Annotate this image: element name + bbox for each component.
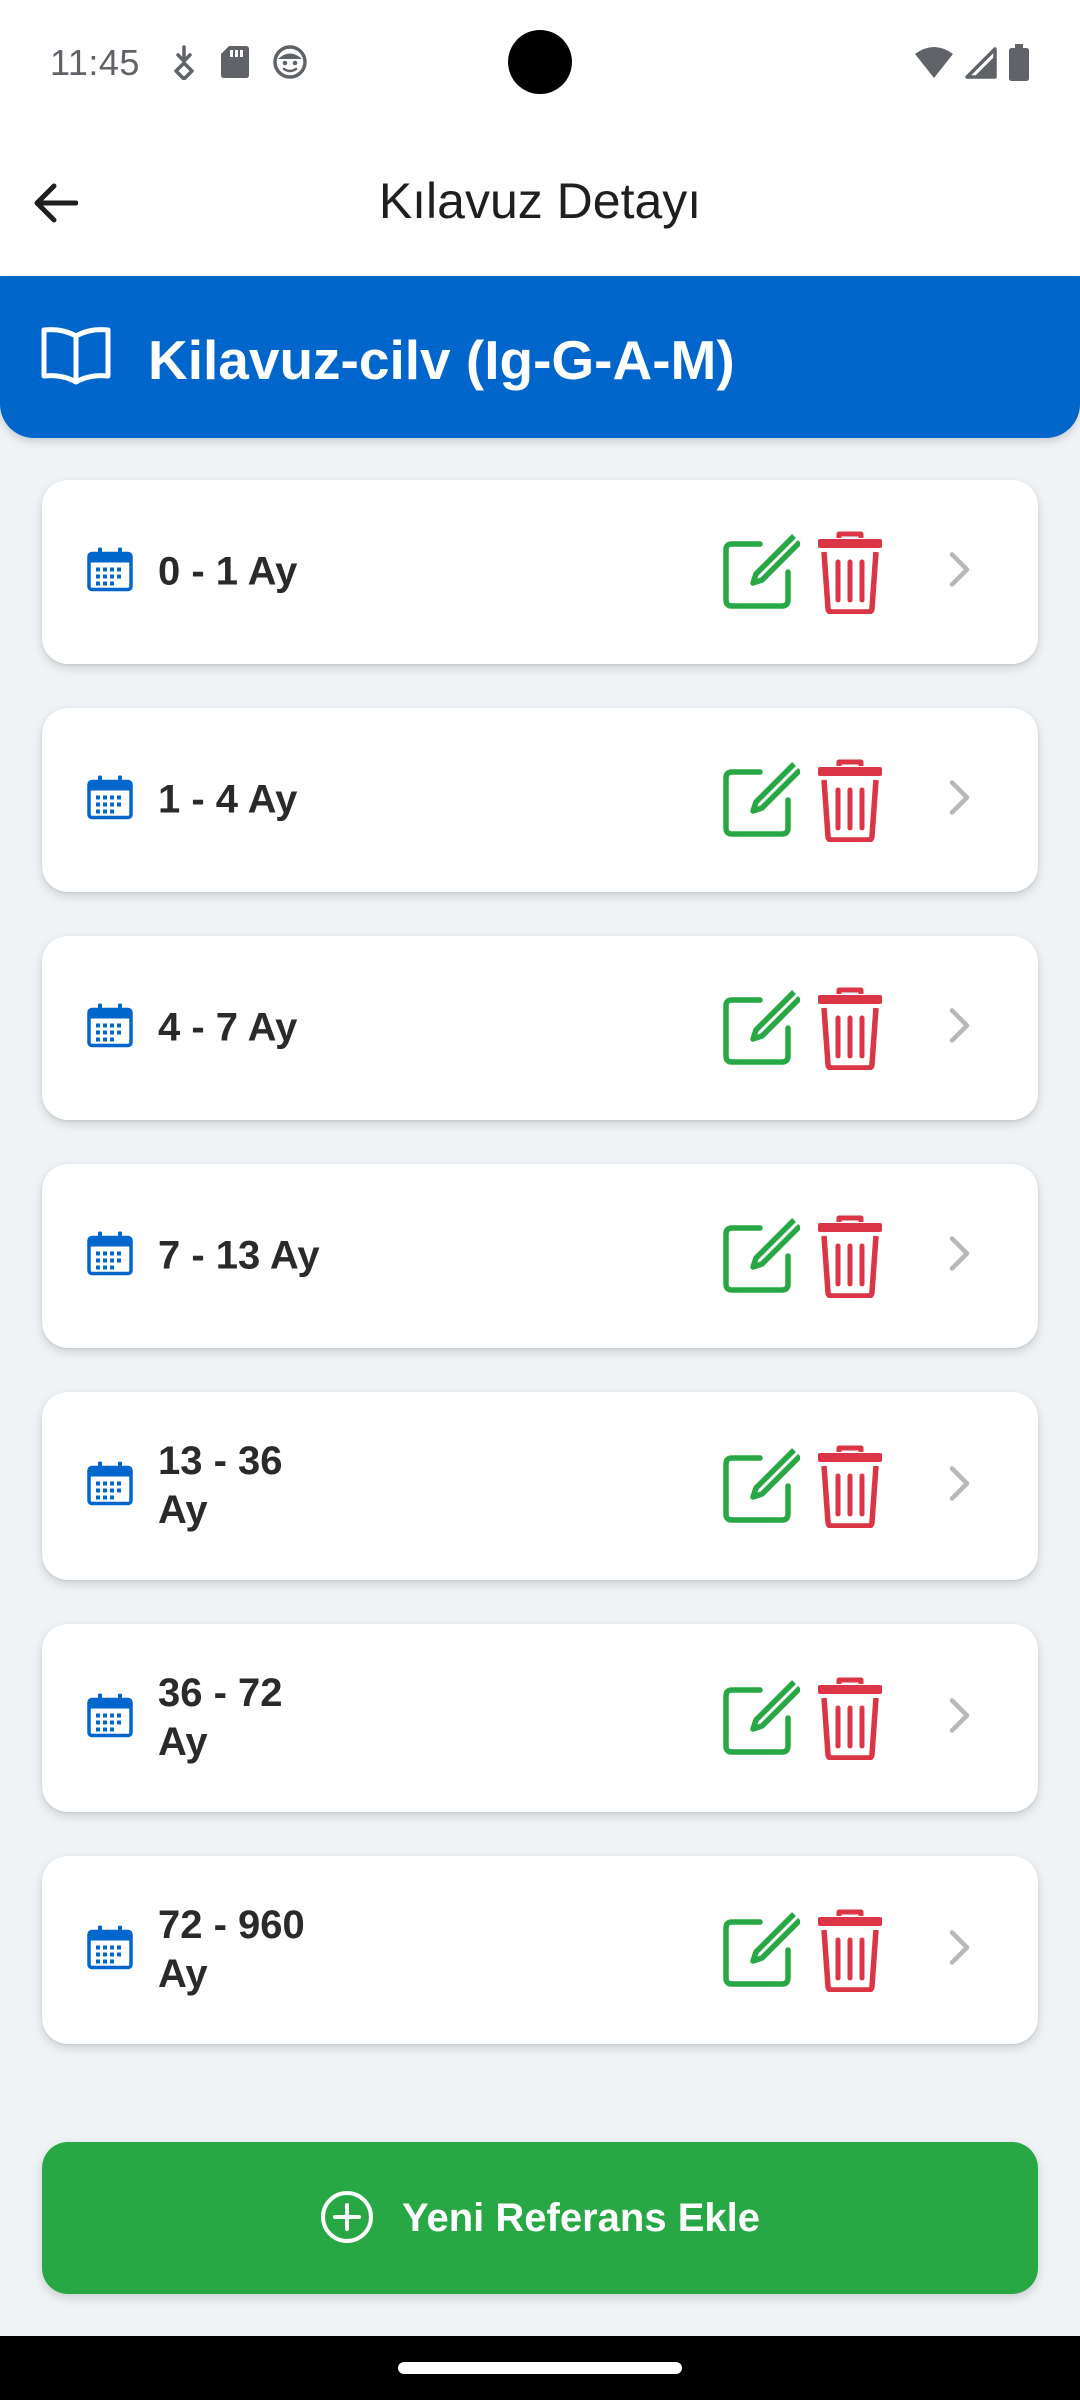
calendar-icon (86, 1925, 134, 1976)
delete-button[interactable] (812, 1905, 888, 1995)
reference-label: 7 - 13 Ay (158, 1233, 320, 1278)
app-bar: Kılavuz Detayı (0, 128, 1080, 276)
reference-label: 4 - 7 Ay (158, 1005, 298, 1050)
trash-icon (818, 531, 882, 614)
status-notification-icons (170, 44, 308, 80)
edit-button[interactable] (718, 1214, 802, 1298)
delete-button[interactable] (812, 1441, 888, 1531)
delete-button[interactable] (812, 1211, 888, 1301)
status-bar: 11:45 (0, 0, 1080, 128)
sd-card-icon (220, 45, 250, 79)
delete-button[interactable] (812, 755, 888, 845)
trash-icon (818, 1445, 882, 1528)
reference-card[interactable]: 4 - 7 Ay (42, 936, 1038, 1120)
reference-label: 1 - 4 Ay (158, 777, 298, 822)
edit-icon (723, 1912, 800, 1987)
edit-button[interactable] (718, 1908, 802, 1992)
reference-label: 13 - 36 Ay (158, 1439, 283, 1532)
home-gesture-handle[interactable] (398, 2362, 682, 2374)
add-reference-label: Yeni Referans Ekle (402, 2195, 760, 2240)
edit-button[interactable] (718, 758, 802, 842)
reference-card[interactable]: 72 - 960 Ay (42, 1856, 1038, 2044)
chevron-right-icon (948, 1007, 972, 1050)
chevron-right-icon (948, 779, 972, 822)
add-reference-button[interactable]: Yeni Referans Ekle (42, 2142, 1038, 2294)
trash-icon (818, 1909, 882, 1992)
chevron-right-icon (948, 1235, 972, 1278)
chevron-right-icon (948, 1465, 972, 1508)
trash-icon (818, 759, 882, 842)
trash-icon (818, 1215, 882, 1298)
plus-circle-icon (320, 2190, 374, 2247)
delete-button[interactable] (812, 527, 888, 617)
page-title: Kılavuz Detayı (378, 173, 702, 229)
chevron-right-icon (948, 1929, 972, 1972)
open-book-icon (40, 324, 112, 391)
calendar-icon (86, 1003, 134, 1054)
reference-label: 72 - 960 Ay (158, 1903, 305, 1996)
status-time: 11:45 (50, 42, 140, 83)
reference-card[interactable]: 0 - 1 Ay (42, 480, 1038, 664)
wifi-icon (914, 46, 954, 80)
reference-card[interactable]: 13 - 36 Ay (42, 1392, 1038, 1580)
reference-card[interactable]: 36 - 72 Ay (42, 1624, 1038, 1812)
edit-icon (723, 1218, 800, 1293)
reference-card[interactable]: 1 - 4 Ay (42, 708, 1038, 892)
edit-icon (723, 534, 800, 609)
edit-icon (723, 990, 800, 1065)
calendar-icon (86, 775, 134, 826)
edit-button[interactable] (718, 1676, 802, 1760)
delete-button[interactable] (812, 1673, 888, 1763)
edit-icon (723, 762, 800, 837)
edit-icon (723, 1680, 800, 1755)
chevron-right-icon (948, 551, 972, 594)
status-system-icons (914, 44, 1030, 82)
reference-label: 0 - 1 Ay (158, 549, 298, 594)
camera-cutout (508, 30, 572, 94)
calendar-icon (86, 1693, 134, 1744)
edit-button[interactable] (718, 1444, 802, 1528)
edit-button[interactable] (718, 530, 802, 614)
battery-icon (1008, 44, 1030, 82)
calendar-icon (86, 1461, 134, 1512)
guide-header: Kilavuz-cilv (Ig-G-A-M) (0, 276, 1080, 438)
chevron-right-icon (948, 1697, 972, 1740)
calendar-icon (86, 1231, 134, 1282)
system-navigation-bar (0, 2336, 1080, 2400)
reference-card[interactable]: 7 - 13 Ay (42, 1164, 1038, 1348)
trash-icon (818, 987, 882, 1070)
delete-button[interactable] (812, 983, 888, 1073)
download-status-icon (170, 44, 198, 80)
calendar-icon (86, 547, 134, 598)
edit-button[interactable] (718, 986, 802, 1070)
cell-signal-icon (964, 46, 998, 80)
face-status-icon (272, 44, 308, 80)
guide-title: Kilavuz-cilv (Ig-G-A-M) (148, 329, 735, 391)
edit-icon (723, 1448, 800, 1523)
trash-icon (818, 1677, 882, 1760)
reference-label: 36 - 72 Ay (158, 1671, 283, 1764)
